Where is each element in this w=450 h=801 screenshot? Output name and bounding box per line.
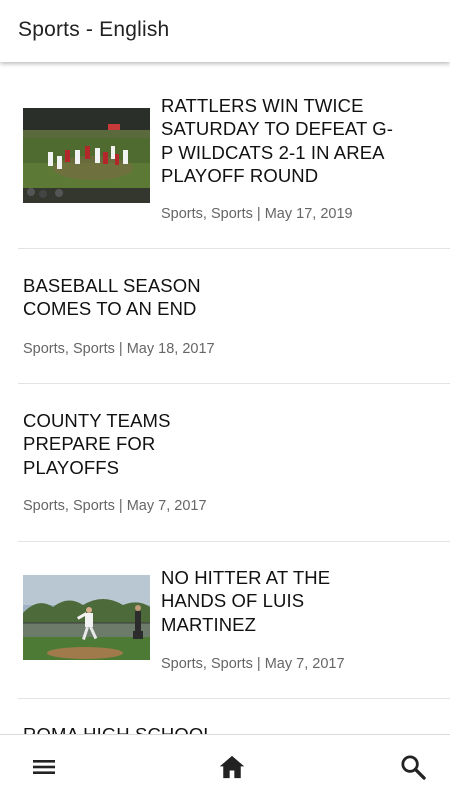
article-item[interactable]: COUNTY TEAMS PREPARE FOR PLAYOFFS Sports… [18, 384, 450, 542]
article-meta: Sports, Sports | May 17, 2019 [161, 206, 353, 222]
article-date: May 17, 2019 [264, 206, 353, 222]
article-categories[interactable]: Sports, Sports [161, 206, 253, 222]
home-icon [219, 755, 245, 779]
article-thumbnail-baseball-game[interactable] [23, 108, 150, 203]
article-meta: Sports, Sports | May 18, 2017 [23, 341, 215, 357]
article-headline[interactable]: ROMA HIGH SCHOOL [23, 723, 273, 734]
meta-separator: | [256, 206, 261, 222]
article-item[interactable]: RATTLERS WIN TWICE SATURDAY TO DEFEAT G-… [18, 62, 450, 249]
article-item[interactable]: BASEBALL SEASON COMES TO AN END Sports, … [18, 249, 450, 384]
article-categories[interactable]: Sports, Sports [23, 498, 115, 514]
article-headline[interactable]: COUNTY TEAMS PREPARE FOR PLAYOFFS [23, 409, 193, 479]
page-title: Sports - English [18, 18, 170, 41]
menu-icon [33, 760, 55, 774]
article-list[interactable]: RATTLERS WIN TWICE SATURDAY TO DEFEAT G-… [0, 62, 450, 734]
search-button[interactable] [398, 752, 428, 782]
home-button[interactable] [217, 752, 247, 782]
article-date: May 7, 2017 [264, 656, 345, 672]
article-headline[interactable]: RATTLERS WIN TWICE SATURDAY TO DEFEAT G-… [161, 94, 401, 187]
article-item[interactable]: NO HITTER AT THE HANDS OF LUIS MARTINEZ … [18, 542, 450, 699]
search-icon [401, 755, 426, 780]
article-categories[interactable]: Sports, Sports [23, 341, 115, 357]
pitcher-photo [23, 575, 150, 660]
bottom-navigation [0, 734, 450, 801]
article-thumbnail-pitcher[interactable] [23, 575, 150, 660]
article-date: May 18, 2017 [126, 341, 215, 357]
baseball-game-photo [23, 108, 150, 203]
article-meta: Sports, Sports | May 7, 2017 [23, 498, 207, 514]
article-date: May 7, 2017 [126, 498, 207, 514]
meta-separator: | [118, 341, 123, 357]
article-meta: Sports, Sports | May 7, 2017 [161, 656, 345, 672]
menu-button[interactable] [29, 752, 59, 782]
article-categories[interactable]: Sports, Sports [161, 656, 253, 672]
app-bar: Sports - English [0, 0, 450, 62]
article-item[interactable]: ROMA HIGH SCHOOL [18, 699, 450, 734]
meta-separator: | [256, 656, 261, 672]
article-headline[interactable]: BASEBALL SEASON COMES TO AN END [23, 274, 223, 321]
article-headline[interactable]: NO HITTER AT THE HANDS OF LUIS MARTINEZ [161, 566, 361, 636]
meta-separator: | [118, 498, 123, 514]
